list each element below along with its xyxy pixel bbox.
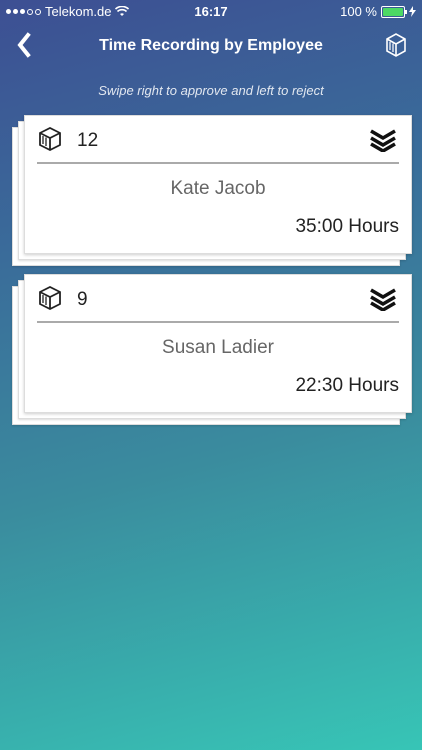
employee-card[interactable]: 12 Kate Jacob 35:00 Hours xyxy=(24,115,412,254)
card-header: 9 xyxy=(37,275,399,323)
employee-card-stack: 9 Susan Ladier 22:30 Hours xyxy=(12,274,412,425)
card-number: 9 xyxy=(77,289,88,310)
layers-icon[interactable] xyxy=(369,287,397,311)
battery-icon xyxy=(381,5,407,18)
hours-value: 22:30 Hours xyxy=(295,375,399,396)
card-header: 12 xyxy=(37,116,399,164)
navigation-bar: Time Recording by Employee xyxy=(0,28,422,64)
employee-card-stack: 12 Kate Jacob 35:00 Hours xyxy=(12,115,412,266)
battery-percent: 100 % xyxy=(340,4,377,19)
box-icon xyxy=(39,126,61,152)
page-title: Time Recording by Employee xyxy=(99,37,323,54)
hours-value: 35:00 Hours xyxy=(295,216,399,237)
box-icon xyxy=(39,285,61,311)
status-bar: Telekom.de 16:17 100 % xyxy=(0,0,422,22)
employee-name: Kate Jacob xyxy=(170,178,266,199)
box-icon[interactable] xyxy=(384,32,408,58)
employee-card[interactable]: 9 Susan Ladier 22:30 Hours xyxy=(24,274,412,413)
charging-icon xyxy=(409,6,416,17)
layers-icon[interactable] xyxy=(369,128,397,152)
card-number: 12 xyxy=(77,130,99,151)
status-right: 100 % xyxy=(340,4,416,19)
swipe-hint: Swipe right to approve and left to rejec… xyxy=(98,83,324,98)
employee-name: Susan Ladier xyxy=(162,337,274,358)
